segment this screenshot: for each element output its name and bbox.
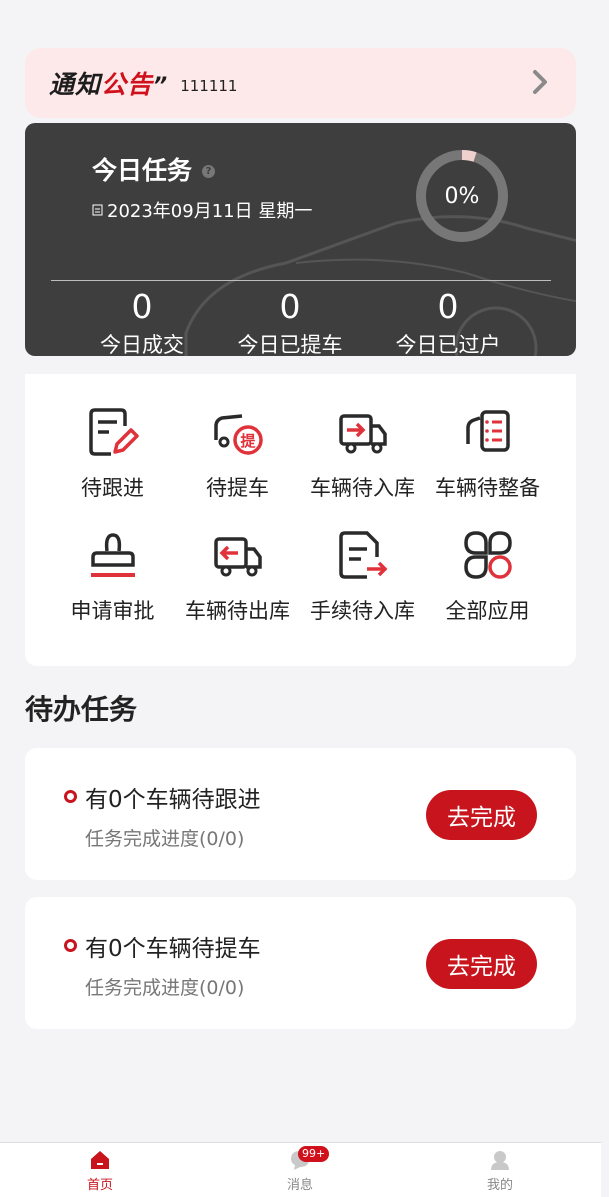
notice-text: 111111 [180, 77, 238, 95]
calendar-icon [92, 204, 103, 216]
bottom-tab-bar: 首页 99+ 消息 我的 [0, 1142, 601, 1197]
message-badge: 99+ [298, 1146, 330, 1162]
task-date: 2023年09月11日 星期一 [92, 197, 312, 223]
todo-card-pickup: 有0个车辆待提车 任务完成进度(0/0) 去完成 [25, 897, 576, 1029]
app-approval[interactable]: 申请审批 [50, 529, 175, 625]
stamp-icon [90, 533, 135, 577]
progress-percent: 0% [444, 183, 480, 209]
stat-deals-today[interactable]: 0 今日成交 [82, 287, 202, 356]
app-car-prep[interactable]: 车辆待整备 [425, 406, 550, 502]
todo-card-follow-up: 有0个车辆待跟进 任务完成进度(0/0) 去完成 [25, 748, 576, 880]
todo-section-title: 待办任务 [25, 693, 138, 726]
chevron-right-icon[interactable] [526, 68, 554, 96]
app-follow-up[interactable]: 待跟进 [50, 406, 175, 502]
app-grid: 待跟进 提 待提车 车辆待入库 车辆待整备 申请审批 车辆待出库 手续待入库 全… [25, 374, 576, 666]
car-checklist-icon [465, 410, 510, 452]
notice-bar[interactable]: 通知公告” 111111 [25, 48, 576, 118]
pickup-car-icon: 提 [213, 414, 263, 455]
stat-transferred-today[interactable]: 0 今日已过户 [388, 287, 508, 356]
today-task-card: 今日任务 ? 2023年09月11日 星期一 0% 0 今日成交 0 今日已提车… [25, 123, 576, 356]
app-all-apps[interactable]: 全部应用 [425, 529, 550, 625]
truck-in-icon [338, 414, 387, 454]
home-icon [91, 1151, 109, 1169]
todo-progress: 任务完成进度(0/0) [85, 977, 245, 999]
svg-text:提: 提 [240, 432, 256, 450]
tab-home[interactable]: 首页 [40, 1149, 160, 1193]
complete-button[interactable]: 去完成 [426, 939, 537, 989]
tab-messages[interactable]: 99+ 消息 [240, 1146, 360, 1193]
task-title: 今日任务 ? [92, 151, 216, 187]
truck-out-icon [213, 537, 262, 577]
divider [51, 280, 551, 281]
app-truck-out[interactable]: 车辆待出库 [175, 529, 300, 625]
help-icon[interactable]: ? [202, 164, 216, 178]
follow-up-icon [88, 408, 139, 456]
tab-mine[interactable]: 我的 [440, 1149, 560, 1193]
complete-button[interactable]: 去完成 [426, 790, 537, 840]
stat-picked-up-today[interactable]: 0 今日已提车 [230, 287, 350, 356]
todo-title: 有0个车辆待提车 [85, 936, 261, 962]
bullet-icon [64, 939, 77, 952]
todo-progress: 任务完成进度(0/0) [85, 828, 245, 850]
app-document-in[interactable]: 手续待入库 [300, 529, 425, 625]
all-apps-icon [463, 531, 512, 579]
bullet-icon [64, 790, 77, 803]
app-pickup-car[interactable]: 提 待提车 [175, 406, 300, 502]
app-truck-in[interactable]: 车辆待入库 [300, 406, 425, 502]
document-in-icon [338, 531, 387, 579]
user-icon [491, 1151, 509, 1170]
notice-logo: 通知公告” [49, 70, 169, 99]
todo-title: 有0个车辆待跟进 [85, 787, 261, 813]
